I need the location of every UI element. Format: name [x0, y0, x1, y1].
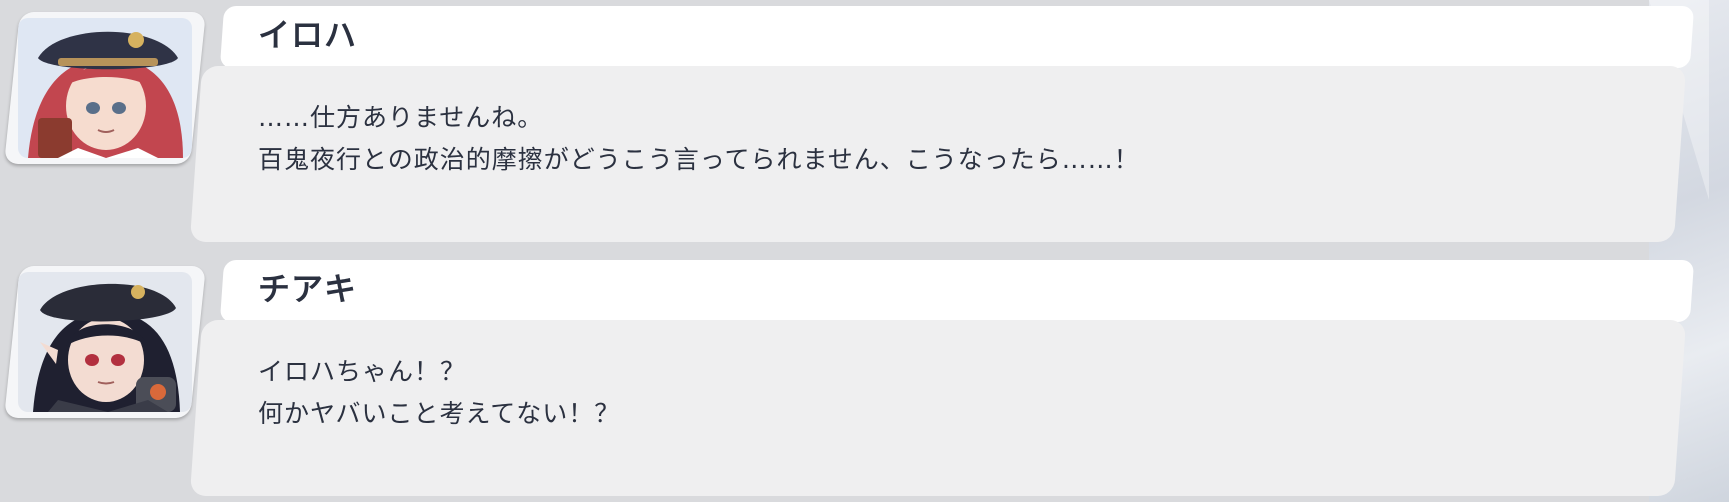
character-portrait-chiaki: [18, 272, 192, 412]
dialogue-line: 百鬼夜行との政治的摩擦がどうこう言ってられません、こうなったら……！: [258, 145, 1140, 174]
speaker-avatar-chiaki: [4, 266, 206, 418]
speaker-name: チアキ: [258, 270, 358, 308]
dialogue-message[interactable]: チアキ イロハちゃん！？ 何かヤバいこと考えてない！？: [0, 254, 1729, 499]
speaker-avatar-iroha: [4, 12, 206, 164]
character-portrait-iroha: [18, 18, 192, 158]
speaker-name-bar: [219, 6, 1695, 68]
bubble-tail: [200, 326, 226, 370]
speaker-name: イロハ: [258, 16, 358, 54]
dialogue-line: イロハちゃん！？: [258, 357, 467, 386]
dialogue-line: ……仕方ありませんね。: [258, 103, 544, 132]
speaker-name-bar: [219, 260, 1695, 322]
bubble-tail: [200, 72, 226, 116]
dialogue-message[interactable]: イロハ ……仕方ありませんね。 百鬼夜行との政治的摩擦がどうこう言ってられません…: [0, 0, 1729, 245]
dialogue-line: 何かヤバいこと考えてない！？: [258, 399, 621, 428]
